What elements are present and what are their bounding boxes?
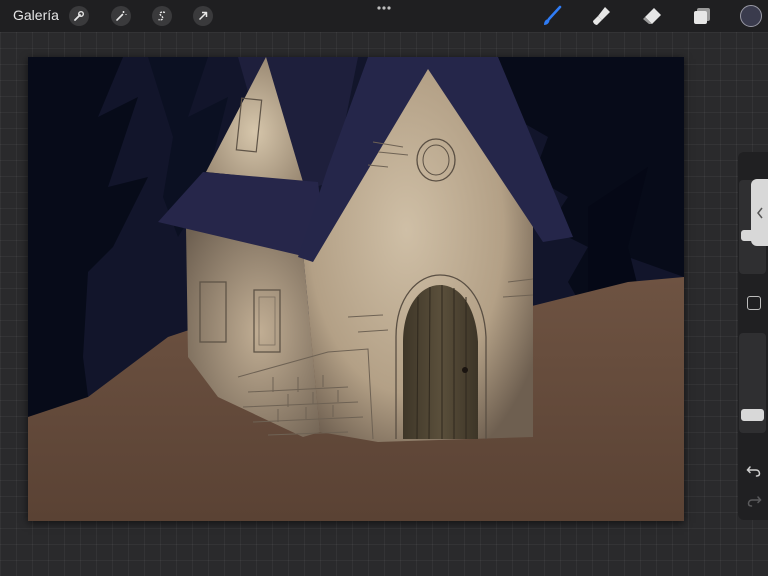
adjustments-button[interactable]: [111, 6, 131, 26]
top-toolbar: Galería: [0, 0, 768, 32]
undo-icon[interactable]: [746, 464, 762, 478]
transform-arrow-icon: [198, 11, 208, 21]
redo-icon[interactable]: [746, 494, 762, 508]
transform-button[interactable]: [193, 6, 213, 26]
layers-icon[interactable]: [690, 4, 714, 28]
chevron-left-icon: [756, 207, 763, 218]
wrench-icon: [74, 11, 84, 21]
sidebar-collapse-tab[interactable]: [751, 179, 768, 246]
smudge-icon[interactable]: [590, 4, 614, 28]
selection-button[interactable]: [152, 6, 172, 26]
magic-wand-icon: [116, 11, 127, 21]
modify-button[interactable]: [747, 296, 761, 310]
door-knob: [462, 367, 468, 373]
opacity-thumb[interactable]: [741, 409, 764, 421]
color-picker-swatch[interactable]: [740, 5, 762, 27]
door: [403, 285, 478, 439]
drawing-canvas[interactable]: [28, 57, 684, 521]
eraser-icon[interactable]: [640, 4, 664, 28]
brush-icon[interactable]: [540, 4, 564, 28]
actions-button[interactable]: [69, 6, 89, 26]
gallery-button[interactable]: Galería: [13, 7, 59, 23]
selection-s-icon: [158, 11, 166, 21]
more-options-icon[interactable]: [374, 3, 394, 13]
